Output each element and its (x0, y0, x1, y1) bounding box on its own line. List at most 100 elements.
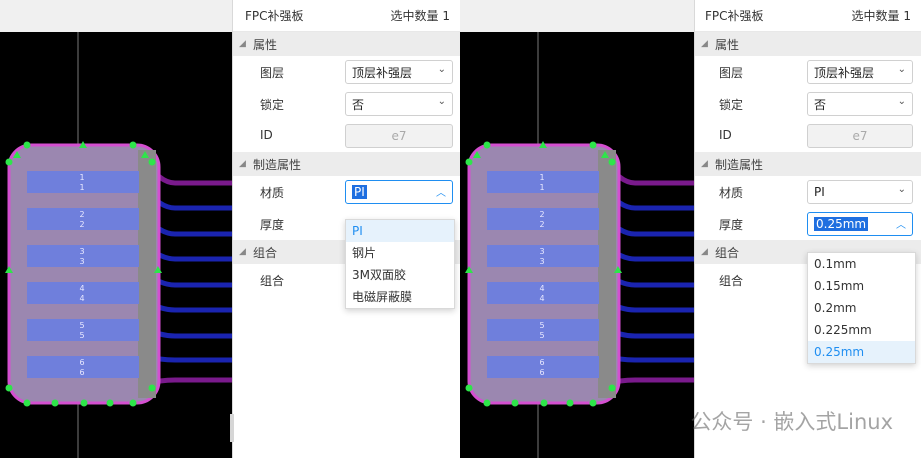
pad-number-label: 1 (539, 183, 544, 192)
pad-number-label: 5 (539, 321, 544, 330)
material-option[interactable]: 3M双面胶 (346, 264, 454, 286)
layer-value: 顶层补强层 (814, 65, 875, 80)
pad-number-label: 4 (79, 294, 84, 303)
pad-number-label: 3 (539, 247, 544, 256)
pad-number-label: 3 (79, 257, 84, 266)
lock-row: 锁定 否 ⌄ (233, 88, 460, 120)
lock-value: 否 (352, 97, 365, 112)
collapse-triangle-icon: ◢ (701, 159, 708, 169)
layer-label: 图层 (260, 66, 285, 80)
lock-select[interactable]: 否 ⌄ (807, 92, 913, 116)
pad-number-label: 1 (539, 173, 544, 182)
panel-title: FPC补强板 (705, 9, 764, 23)
board-edge-strip (138, 150, 156, 398)
thickness-select[interactable]: 0.25mm ︿ (807, 212, 913, 236)
thickness-label: 厚度 (719, 218, 744, 232)
collapse-triangle-icon: ◢ (239, 39, 246, 49)
id-row: ID e7 (233, 120, 460, 152)
chevron-up-icon: ︿ (436, 188, 446, 199)
marker-dot (465, 158, 473, 166)
lock-select[interactable]: 否 ⌄ (345, 92, 453, 116)
pcb-drawing-right[interactable]: 11 22 33 44 55 66 (460, 0, 694, 458)
marker-dot (589, 141, 597, 149)
marker-dot (106, 399, 114, 407)
selection-count-label: 选中数量 (851, 9, 900, 23)
pad-number-label: 4 (79, 284, 84, 293)
thickness-option[interactable]: 0.15mm (808, 275, 915, 297)
pad-number-label: 3 (79, 247, 84, 256)
lock-value: 否 (814, 97, 827, 112)
panel-title: FPC补强板 (245, 9, 304, 23)
marker-dot (608, 384, 616, 392)
material-option[interactable]: 钢片 (346, 242, 454, 264)
marker-dot (148, 384, 156, 392)
layer-select[interactable]: 顶层补强层 ⌄ (345, 60, 453, 84)
section-mfg-header[interactable]: ◢ 制造属性 (695, 152, 921, 176)
thickness-option[interactable]: 0.25mm (808, 341, 915, 363)
material-label: 材质 (719, 186, 744, 200)
pcb-drawing-left[interactable]: 11 22 33 44 55 66 (0, 0, 232, 458)
pad-number-label: 1 (79, 173, 84, 182)
selection-count-value: 1 (903, 9, 911, 23)
section-mfg-title: 制造属性 (253, 157, 302, 172)
lock-label: 锁定 (719, 98, 744, 112)
pad-number-label: 2 (79, 210, 84, 219)
board-edge-strip (598, 150, 616, 398)
section-props-title: 属性 (253, 37, 278, 52)
pad-number-label: 6 (539, 358, 544, 367)
material-option[interactable]: PI (346, 220, 454, 242)
thickness-option[interactable]: 0.225mm (808, 319, 915, 341)
lock-label: 锁定 (260, 98, 285, 112)
pad-number-label: 2 (539, 210, 544, 219)
section-group-title: 组合 (715, 245, 740, 260)
material-row: 材质 PI ︿ (233, 176, 460, 208)
pad-number-label: 4 (539, 294, 544, 303)
collapse-triangle-icon: ◢ (701, 39, 708, 49)
thickness-value: 0.25mm (814, 217, 869, 231)
panel-resize-handle[interactable] (230, 414, 234, 442)
selection-count: 选中数量 1 (852, 7, 911, 24)
marker-dot (23, 141, 31, 149)
group-label: 组合 (260, 274, 285, 288)
property-panel-right: FPC补强板 选中数量 1 ◢ 属性 图层 顶层补强层 ⌄ 锁定 否 ⌄ ID … (694, 0, 921, 458)
id-row: ID e7 (695, 120, 921, 152)
layer-value: 顶层补强层 (352, 65, 413, 80)
material-select[interactable]: PI ︿ (345, 180, 453, 204)
marker-dot (23, 399, 31, 407)
marker-dot (80, 399, 88, 407)
pad-number-label: 5 (79, 331, 84, 340)
marker-dot (589, 399, 597, 407)
lock-row: 锁定 否 ⌄ (695, 88, 921, 120)
chevron-down-icon: ⌄ (897, 64, 906, 75)
section-mfg-header[interactable]: ◢ 制造属性 (233, 152, 460, 176)
marker-dot (129, 399, 137, 407)
layer-row: 图层 顶层补强层 ⌄ (695, 56, 921, 88)
chevron-down-icon: ⌄ (897, 184, 906, 195)
marker-dot (148, 158, 156, 166)
pad-number-label: 4 (539, 284, 544, 293)
pcb-canvas-right[interactable]: 11 22 33 44 55 66 (460, 0, 694, 458)
property-panel-left: FPC补强板 选中数量 1 ◢ 属性 图层 顶层补强层 ⌄ 锁定 否 ⌄ ID … (232, 0, 460, 458)
pad-number-label: 1 (79, 183, 84, 192)
marker-dot (5, 158, 13, 166)
pad-number-label: 2 (539, 220, 544, 229)
section-props-header[interactable]: ◢ 属性 (695, 32, 921, 56)
pcb-canvas-left[interactable]: 11 22 33 44 55 66 (0, 0, 232, 458)
section-mfg-title: 制造属性 (715, 157, 764, 172)
collapse-triangle-icon: ◢ (701, 247, 708, 257)
id-field: e7 (807, 124, 913, 148)
chevron-up-icon: ︿ (896, 220, 906, 231)
marker-dot (511, 399, 519, 407)
thickness-option[interactable]: 0.1mm (808, 253, 915, 275)
material-label: 材质 (260, 186, 285, 200)
pad-number-label: 6 (79, 358, 84, 367)
layer-select[interactable]: 顶层补强层 ⌄ (807, 60, 913, 84)
thickness-row: 厚度 0.25mm ︿ (695, 208, 921, 240)
group-label: 组合 (719, 274, 744, 288)
material-select[interactable]: PI ⌄ (807, 180, 913, 204)
thickness-option[interactable]: 0.2mm (808, 297, 915, 319)
collapse-triangle-icon: ◢ (239, 159, 246, 169)
section-props-header[interactable]: ◢ 属性 (233, 32, 460, 56)
chevron-down-icon: ⌄ (897, 96, 906, 107)
material-option[interactable]: 电磁屏蔽膜 (346, 286, 454, 308)
